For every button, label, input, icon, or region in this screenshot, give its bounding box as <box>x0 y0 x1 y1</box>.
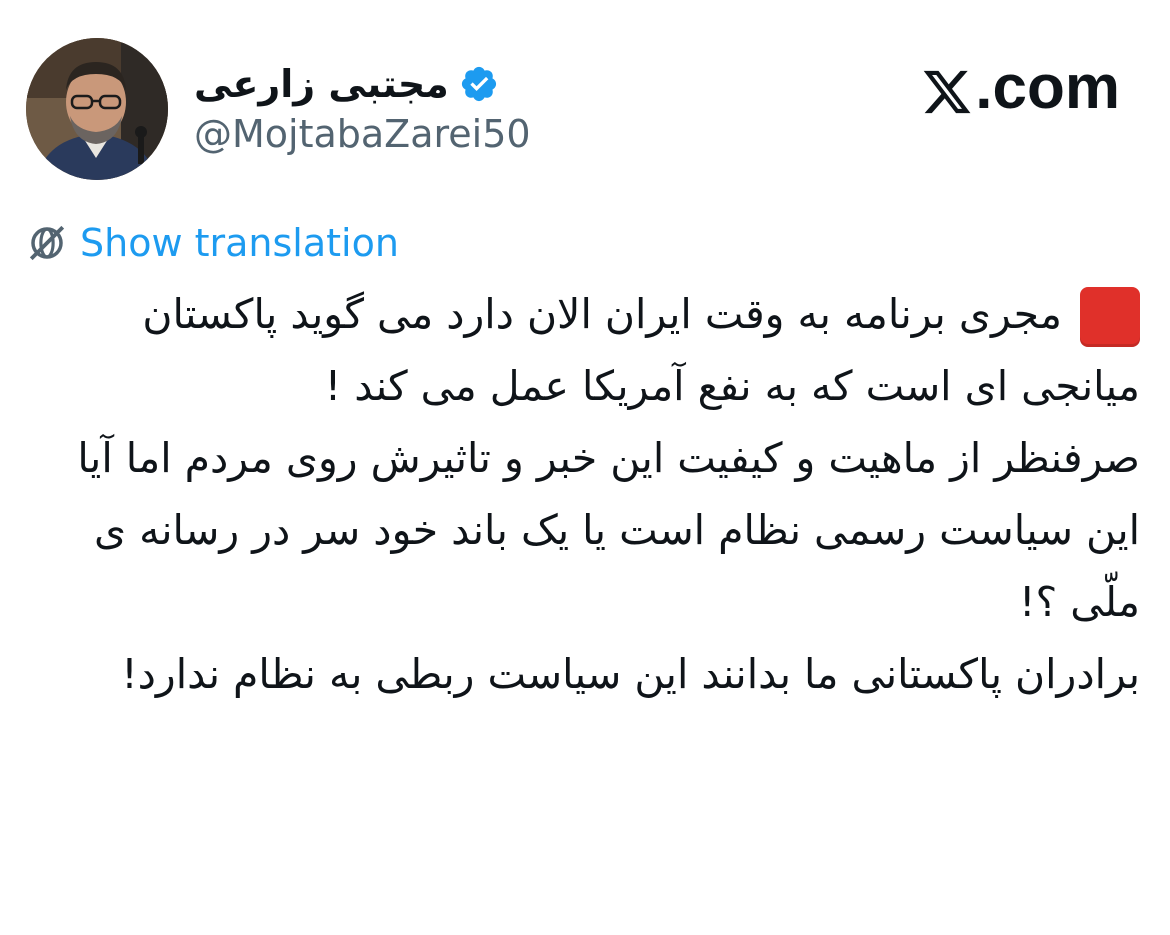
brand-domain: .com <box>975 53 1120 122</box>
display-name[interactable]: مجتبی زارعی <box>194 65 449 103</box>
tweet-paragraph: صرفنظر از ماهیت و کیفیت این خبر و تاثیرش… <box>40 422 1140 638</box>
tweet-line-1: مجری برنامه به وقت ایران الان دارد می گو… <box>142 290 1140 410</box>
tweet-paragraph: برادران پاکستانی ما بدانند این سیاست ربط… <box>40 638 1140 710</box>
tweet-header: مجتبی زارعی @MojtabaZarei50 .com <box>0 0 1170 200</box>
tweet-paragraph: مجری برنامه به وقت ایران الان دارد می گو… <box>40 278 1140 422</box>
show-translation-link[interactable]: Show translation <box>26 222 399 264</box>
tweet-line-2: صرفنظر از ماهیت و کیفیت این خبر و تاثیرش… <box>77 434 1140 626</box>
x-logo-icon <box>921 62 973 114</box>
verified-badge-icon <box>459 64 499 104</box>
brand-logo: .com <box>921 52 1120 123</box>
tweet-line-3: برادران پاکستانی ما بدانند این سیاست ربط… <box>121 650 1140 698</box>
red-square-icon <box>1080 287 1140 347</box>
tweet-text: مجری برنامه به وقت ایران الان دارد می گو… <box>40 278 1140 710</box>
name-row: مجتبی زارعی <box>194 56 499 112</box>
globe-translate-icon <box>26 222 68 264</box>
show-translation-label[interactable]: Show translation <box>80 224 399 262</box>
avatar-portrait-icon <box>26 38 168 180</box>
user-handle[interactable]: @MojtabaZarei50 <box>194 112 531 158</box>
avatar[interactable] <box>26 38 168 180</box>
